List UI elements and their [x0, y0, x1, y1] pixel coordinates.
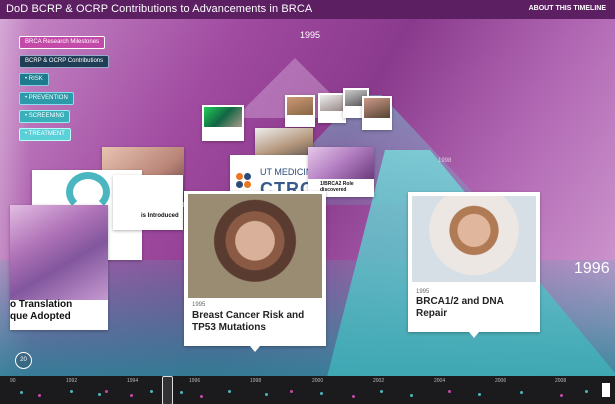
timeline-card[interactable] — [362, 96, 392, 130]
timeline-year: 2008 — [555, 378, 567, 384]
card-pointer — [469, 332, 479, 338]
timeline-year: 2000 — [312, 378, 324, 384]
timeline-card[interactable] — [318, 93, 346, 123]
timeline-card[interactable]: o Translation que Adopted — [10, 205, 108, 330]
timeline-year: 1996 — [189, 378, 201, 384]
card-photo — [320, 95, 344, 111]
filter-risk-button[interactable]: • RISK — [19, 73, 49, 86]
timeline-card[interactable]: is Introduced — [113, 175, 183, 230]
timeline-year: 2002 — [373, 378, 385, 384]
timeline-card[interactable]: 1/BRCA2 Role discovered — [308, 147, 374, 197]
about-timeline-link[interactable]: ABOUT THIS TIMELINE — [529, 5, 606, 12]
filter-screening-button[interactable]: • SCREENING — [19, 110, 71, 123]
card-photo — [204, 107, 242, 127]
item-counter[interactable]: 20 — [15, 352, 32, 369]
timeline-bar[interactable]: 90 1992 1994 1996 1998 2000 2002 2004 20… — [0, 376, 615, 404]
timeline-end-marker — [602, 383, 610, 397]
distant-year-label: 1998 — [438, 158, 452, 164]
timeline-card[interactable] — [202, 105, 244, 141]
filter-treatment-button[interactable]: • TREATMENT — [19, 128, 71, 141]
timeline-stage: DoD BCRP & OCRP Contributions to Advance… — [0, 0, 615, 404]
filter-brca-milestones-button[interactable]: BRCA Research Milestones — [19, 36, 106, 49]
timeline-year: 90 — [10, 378, 16, 384]
featured-card-tp53[interactable]: 1995 Breast Cancer Risk and TP53 Mutatio… — [184, 191, 326, 346]
card-photo — [10, 205, 108, 300]
card-title: Breast Cancer Risk and TP53 Mutations — [192, 310, 305, 333]
app-header: DoD BCRP & OCRP Contributions to Advance… — [0, 0, 615, 19]
card-photo — [412, 196, 536, 282]
ut-logo-icon — [236, 173, 256, 189]
timeline-scrubber-handle[interactable] — [162, 376, 173, 404]
card-year: 1995 — [416, 289, 430, 295]
filter-prevention-button[interactable]: • PREVENTION — [19, 92, 74, 105]
timeline-year: 1998 — [250, 378, 262, 384]
card-photo — [364, 98, 390, 118]
timeline-year: 1994 — [127, 378, 139, 384]
card-title: BRCA1/2 and DNA Repair — [416, 296, 504, 319]
page-title: DoD BCRP & OCRP Contributions to Advance… — [6, 3, 313, 15]
timeline-year: 1992 — [66, 378, 78, 384]
next-year-label: 1996 — [574, 260, 610, 277]
timeline-card[interactable] — [285, 95, 315, 127]
card-year: 1995 — [192, 302, 206, 308]
card-photo — [287, 97, 313, 115]
current-year-label: 1995 — [300, 30, 321, 40]
card-title: is Introduced — [141, 213, 179, 219]
card-pointer — [250, 346, 260, 352]
filter-contributions-button[interactable]: BCRP & OCRP Contributions — [19, 55, 110, 68]
card-photo — [188, 194, 322, 298]
timeline-year: 2004 — [434, 378, 446, 384]
card-title: o Translation que Adopted — [10, 299, 73, 322]
timeline-year: 2006 — [495, 378, 507, 384]
card-photo — [308, 147, 374, 179]
featured-card-dna-repair[interactable]: 1995 BRCA1/2 and DNA Repair — [408, 192, 540, 332]
